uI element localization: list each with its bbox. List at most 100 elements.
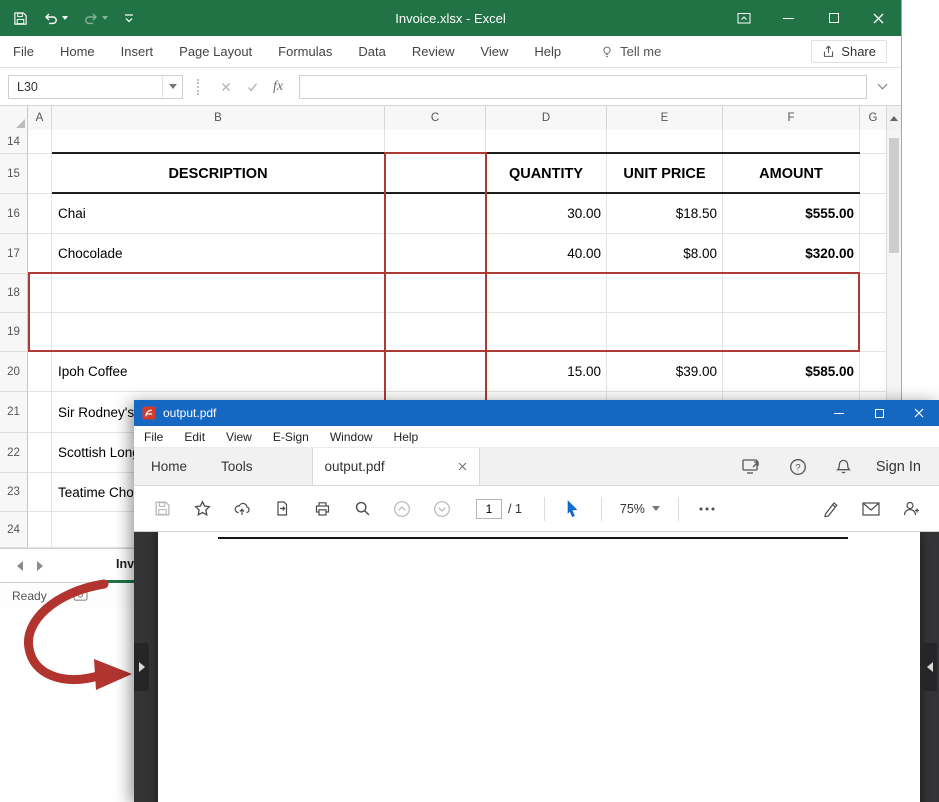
save-button[interactable]	[13, 11, 28, 26]
zoom-control[interactable]: 75%	[610, 502, 670, 516]
cell-F16[interactable]: $555.00	[723, 194, 860, 234]
cell-E16[interactable]: $18.50	[607, 194, 723, 234]
scroll-up-button[interactable]	[886, 106, 901, 130]
tab-view[interactable]: View	[467, 36, 521, 68]
cell-E15[interactable]: UNIT PRICE	[607, 154, 723, 194]
cell-C19[interactable]	[385, 313, 486, 352]
column-header-A[interactable]: A	[28, 106, 52, 130]
cell-C14[interactable]	[385, 130, 486, 154]
cell-E17[interactable]: $8.00	[607, 234, 723, 274]
cell-D17[interactable]: 40.00	[486, 234, 607, 274]
cell-G19[interactable]	[860, 313, 887, 352]
cell-C17[interactable]	[385, 234, 486, 274]
more-tools-button[interactable]	[687, 492, 727, 526]
column-header-D[interactable]: D	[486, 106, 607, 130]
tab-home[interactable]: Home	[134, 448, 204, 485]
cell-B16[interactable]: Chai	[52, 194, 385, 234]
row-header-20[interactable]: 20	[0, 352, 28, 392]
cell-F17[interactable]: $320.00	[723, 234, 860, 274]
row-header-16[interactable]: 16	[0, 194, 28, 234]
cell-A23[interactable]	[28, 473, 52, 512]
save-button[interactable]	[142, 492, 182, 526]
row-header-14[interactable]: 14	[0, 130, 28, 154]
column-header-G[interactable]: G	[860, 106, 887, 130]
row-header-23[interactable]: 23	[0, 473, 28, 512]
menu-window[interactable]: Window	[330, 430, 373, 444]
cancel-entry-button[interactable]	[213, 75, 239, 99]
scrollbar-thumb[interactable]	[889, 138, 899, 253]
email-button[interactable]	[851, 492, 891, 526]
left-pane-toggle[interactable]	[134, 643, 149, 691]
menu-view[interactable]: View	[226, 430, 252, 444]
cell-E19[interactable]	[607, 313, 723, 352]
cell-C20[interactable]	[385, 352, 486, 392]
formula-bar-handle[interactable]	[197, 79, 201, 95]
customize-quick-access-button[interactable]	[123, 12, 135, 24]
cell-A19[interactable]	[28, 313, 52, 352]
cell-A20[interactable]	[28, 352, 52, 392]
cell-E18[interactable]	[607, 274, 723, 313]
previous-page-button[interactable]	[382, 492, 422, 526]
cell-G15[interactable]	[860, 154, 887, 194]
tab-page-layout[interactable]: Page Layout	[166, 36, 265, 68]
cell-D18[interactable]	[486, 274, 607, 313]
cell-A15[interactable]	[28, 154, 52, 194]
close-button[interactable]	[856, 0, 901, 36]
cell-A22[interactable]	[28, 433, 52, 473]
cell-E20[interactable]: $39.00	[607, 352, 723, 392]
cell-B15[interactable]: DESCRIPTION	[52, 154, 385, 194]
cell-D20[interactable]: 15.00	[486, 352, 607, 392]
expand-formula-bar-button[interactable]	[871, 85, 893, 88]
row-header-21[interactable]: 21	[0, 392, 28, 433]
help-button[interactable]: ?	[780, 449, 816, 485]
row-header-22[interactable]: 22	[0, 433, 28, 473]
tab-home[interactable]: Home	[47, 36, 108, 68]
tab-review[interactable]: Review	[399, 36, 468, 68]
menu-file[interactable]: File	[144, 430, 163, 444]
cell-D15[interactable]: QUANTITY	[486, 154, 607, 194]
row-header-24[interactable]: 24	[0, 512, 28, 548]
close-tab-icon[interactable]	[458, 462, 467, 471]
cell-A18[interactable]	[28, 274, 52, 313]
tell-me-button[interactable]: Tell me	[600, 44, 661, 59]
tab-tools[interactable]: Tools	[204, 448, 270, 485]
cell-C18[interactable]	[385, 274, 486, 313]
cell-A24[interactable]	[28, 512, 52, 548]
cell-G20[interactable]	[860, 352, 887, 392]
close-button[interactable]	[899, 400, 939, 426]
cell-F15[interactable]: AMOUNT	[723, 154, 860, 194]
ribbon-display-options-button[interactable]	[721, 0, 766, 36]
print-button[interactable]	[302, 492, 342, 526]
cell-F20[interactable]: $585.00	[723, 352, 860, 392]
cell-E14[interactable]	[607, 130, 723, 154]
cell-F18[interactable]	[723, 274, 860, 313]
share-button[interactable]: Share	[811, 40, 887, 63]
sign-pen-button[interactable]	[811, 492, 851, 526]
name-box[interactable]: L30	[8, 75, 183, 99]
row-header-15[interactable]: 15	[0, 154, 28, 194]
cell-A21[interactable]	[28, 392, 52, 433]
cast-screen-button[interactable]	[734, 449, 770, 485]
cell-D19[interactable]	[486, 313, 607, 352]
tab-file[interactable]: File	[0, 36, 47, 68]
search-button[interactable]	[342, 492, 382, 526]
cell-A17[interactable]	[28, 234, 52, 274]
cell-B18[interactable]	[52, 274, 385, 313]
tab-data[interactable]: Data	[345, 36, 398, 68]
column-header-C[interactable]: C	[385, 106, 486, 130]
cell-B14[interactable]	[52, 130, 385, 154]
row-header-18[interactable]: 18	[0, 274, 28, 313]
cell-G18[interactable]	[860, 274, 887, 313]
cell-C15[interactable]	[385, 154, 486, 194]
column-header-B[interactable]: B	[52, 106, 385, 130]
sheet-nav-left-button[interactable]	[10, 556, 30, 576]
cell-G16[interactable]	[860, 194, 887, 234]
next-page-button[interactable]	[422, 492, 462, 526]
row-header-19[interactable]: 19	[0, 313, 28, 352]
menu-esign[interactable]: E-Sign	[273, 430, 309, 444]
right-pane-toggle[interactable]	[922, 643, 937, 691]
cell-G17[interactable]	[860, 234, 887, 274]
tab-formulas[interactable]: Formulas	[265, 36, 345, 68]
tab-help[interactable]: Help	[521, 36, 574, 68]
cell-D14[interactable]	[486, 130, 607, 154]
